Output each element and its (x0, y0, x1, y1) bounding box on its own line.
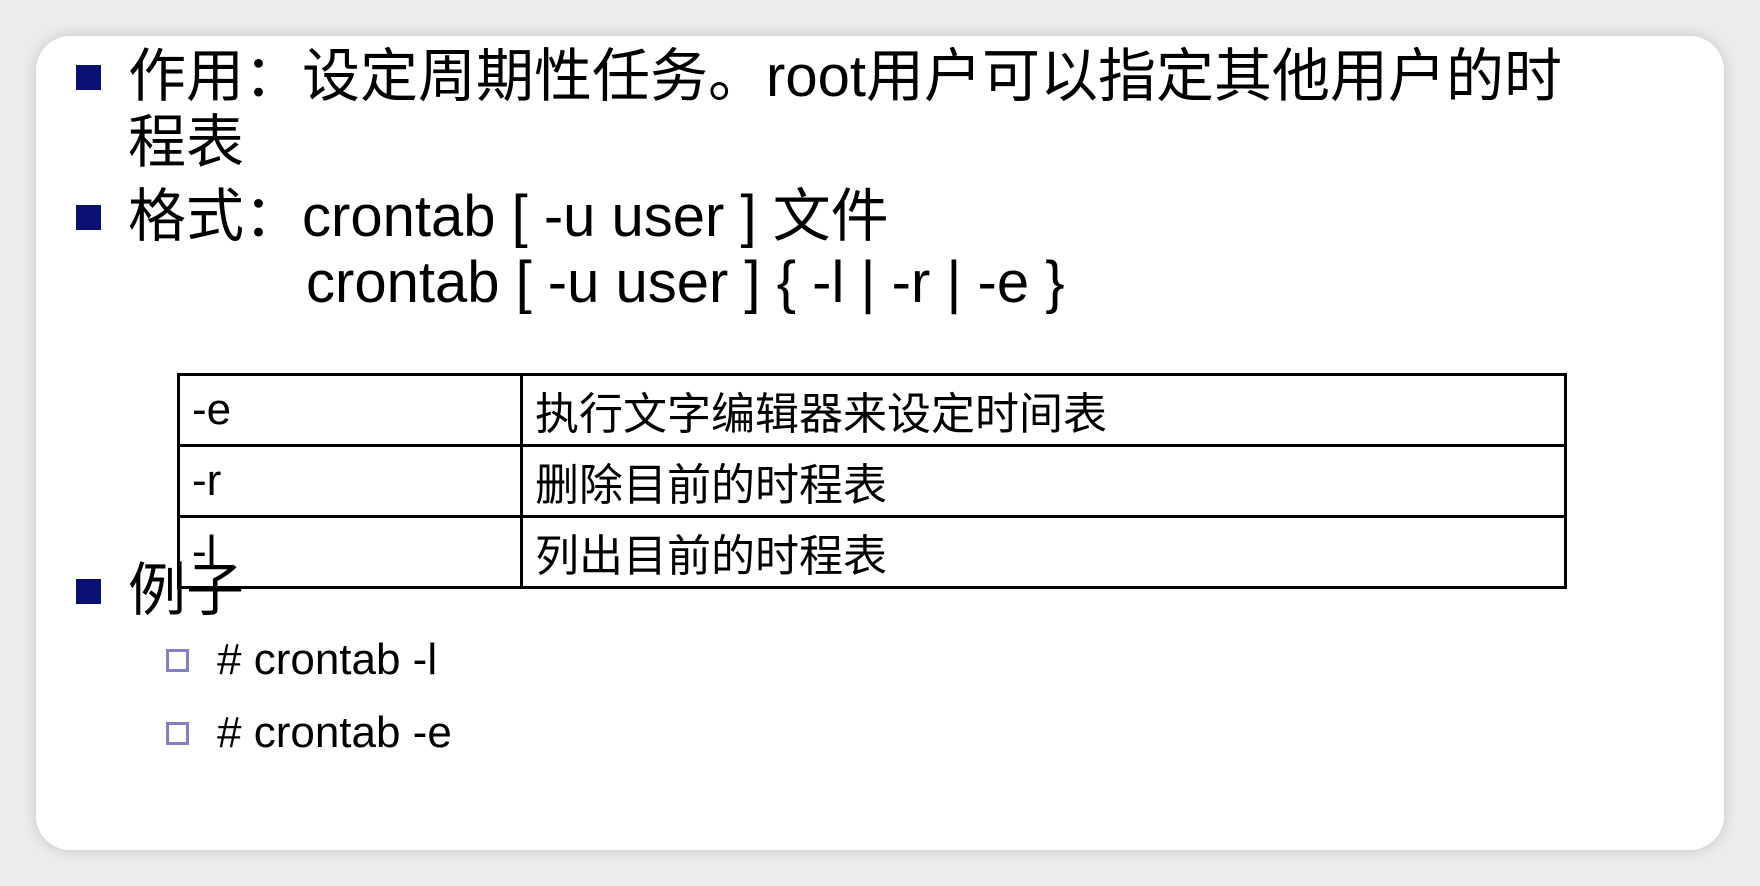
format-label: 格式： (128, 182, 303, 250)
examples-label: 例子 (128, 556, 245, 624)
bullet-square-icon (76, 579, 101, 604)
purpose-label: 作用： (128, 42, 303, 110)
format-line-1: 格式：crontab [ -u user ] 文件 (128, 187, 889, 246)
option-cell: -e (177, 373, 523, 447)
sub-bullet-square-icon (166, 649, 189, 672)
format-syntax-1: crontab [ -u user ] (302, 184, 773, 249)
purpose-text: 设定周期性任务。root用户可以指定其他用户的时 (302, 44, 1562, 109)
bullet-square-icon (76, 205, 101, 230)
bullet-square-icon (76, 65, 101, 90)
purpose-line-1: 作用：设定周期性任务。root用户可以指定其他用户的时 (128, 47, 1562, 106)
options-table: -e 执行文字编辑器来设定时间表 -r 删除目前的时程表 -l 列出目前的时程表 (177, 373, 1567, 589)
description-cell: 执行文字编辑器来设定时间表 (520, 373, 1567, 447)
slide-card: 作用：设定周期性任务。root用户可以指定其他用户的时 程表 格式：cronta… (36, 36, 1724, 850)
example-item: # crontab -l (217, 635, 438, 684)
table-row: -l 列出目前的时程表 (177, 515, 1567, 589)
example-item: # crontab -e (217, 708, 452, 757)
option-cell: -r (177, 444, 523, 518)
table-row: -r 删除目前的时程表 (177, 444, 1567, 518)
description-cell: 删除目前的时程表 (520, 444, 1567, 518)
purpose-line-2: 程表 (128, 108, 245, 176)
sub-bullet-square-icon (166, 722, 189, 745)
description-cell: 列出目前的时程表 (520, 515, 1567, 589)
table-row: -e 执行文字编辑器来设定时间表 (177, 373, 1567, 447)
format-syntax-2: crontab [ -u user ] { -l | -r | -e } (306, 250, 1065, 315)
format-syntax-1-word: 文件 (772, 182, 889, 250)
